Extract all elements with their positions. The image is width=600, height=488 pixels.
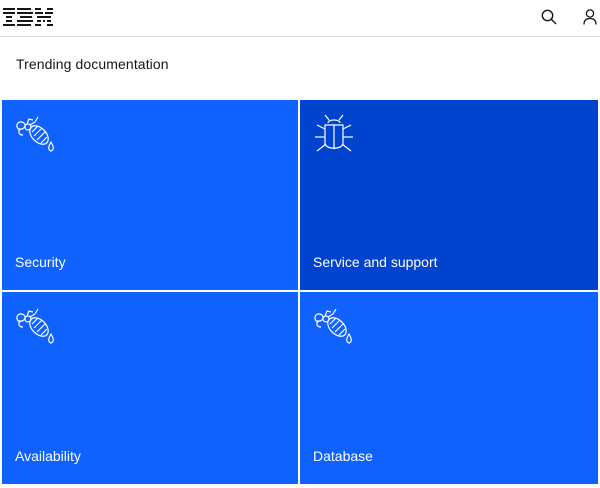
tile-label: Security [15,254,66,270]
tile-label: Service and support [313,254,438,270]
section-heading: Trending documentation [16,56,169,72]
page: Trending documentation Security Service … [0,0,600,488]
tile-service-and-support[interactable]: Service and support [300,100,598,290]
tile-availability[interactable]: Availability [2,292,298,484]
documentation-grid: Security Service and support Availabilit… [2,100,598,484]
user-icon [583,9,597,25]
ibm-logo-icon [3,8,53,26]
bee-icon [314,308,352,344]
bug-icon [315,114,353,152]
user-profile-button[interactable] [576,3,600,31]
bee-icon [16,308,54,344]
tile-database[interactable]: Database [300,292,598,484]
tile-label: Availability [15,448,81,464]
ibm-logo[interactable] [3,8,53,26]
search-button[interactable] [535,3,563,31]
search-icon [541,9,557,25]
tile-security[interactable]: Security [2,100,298,290]
tile-label: Database [313,448,373,464]
masthead [0,0,600,37]
bee-icon [16,116,54,152]
